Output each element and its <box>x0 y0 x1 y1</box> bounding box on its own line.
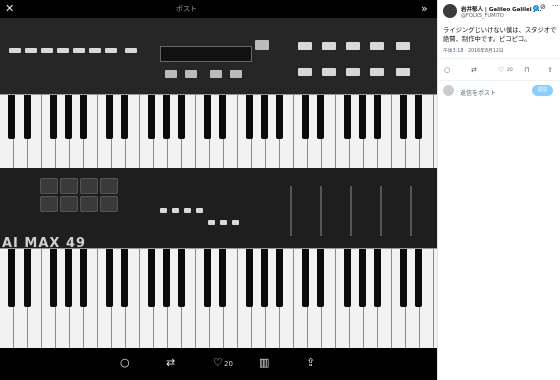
retweet-icon[interactable]: ⇄ <box>166 356 175 370</box>
avatar <box>443 85 454 96</box>
divider <box>438 80 560 81</box>
reply-icon[interactable]: ○ <box>120 356 130 370</box>
share-icon[interactable]: ⇪ <box>306 356 315 370</box>
controller-panel: AI MAX 49 <box>0 168 437 251</box>
bookmark-icon[interactable]: ⊓ <box>524 66 529 74</box>
reply-input[interactable]: 返信をポスト <box>460 88 496 97</box>
media-viewer: AI MAX 49 ✕ ポスト » ○ ⇄ ♡ 20 ▥ ⇪ <box>0 0 437 380</box>
synth-control-panel <box>0 18 437 94</box>
reply-button[interactable]: 返信 <box>532 85 553 96</box>
author-name[interactable]: 岩井郁人 | Galileo Galilei j... <box>461 5 542 13</box>
like-count: 20 <box>507 68 513 73</box>
post-timestamp[interactable]: 午後3:18 · 2016年8月12日 <box>443 47 504 54</box>
bar-chart-icon[interactable]: ▥ <box>259 356 269 370</box>
author-handle[interactable]: @FOLKS_FUMITO <box>461 13 504 19</box>
grok-icon[interactable]: ⊘ <box>540 3 546 11</box>
close-icon[interactable]: ✕ <box>5 2 14 16</box>
heart-icon[interactable]: ♡ <box>498 66 504 74</box>
viewer-action-bar: ○ ⇄ ♡ 20 ▥ ⇪ <box>0 348 437 380</box>
post-photo[interactable]: AI MAX 49 <box>0 18 437 348</box>
viewer-caption-top: ポスト <box>176 5 197 13</box>
post-text: ライジングじいけない僕は、スタジオで絶賛、制作中です。ピコピコ。 <box>443 27 557 43</box>
heart-icon[interactable]: ♡ <box>213 356 223 370</box>
like-count: 20 <box>224 360 233 368</box>
viewer-top-bar: ✕ ポスト » <box>0 0 437 18</box>
lower-keyboard <box>0 248 437 348</box>
verified-badge-icon: ✓ <box>533 5 539 11</box>
divider <box>438 58 560 59</box>
more-options-icon[interactable]: ··· <box>552 2 559 10</box>
upper-keyboard <box>0 94 437 170</box>
share-icon[interactable]: ⇪ <box>547 66 553 74</box>
chevron-double-right-icon[interactable]: » <box>421 2 428 16</box>
reply-icon[interactable]: ○ <box>444 66 450 74</box>
avatar[interactable] <box>443 4 457 18</box>
post-sidebar: 岩井郁人 | Galileo Galilei j... ✓ @FOLKS_FUM… <box>437 0 560 380</box>
retweet-icon[interactable]: ⇄ <box>471 66 477 74</box>
